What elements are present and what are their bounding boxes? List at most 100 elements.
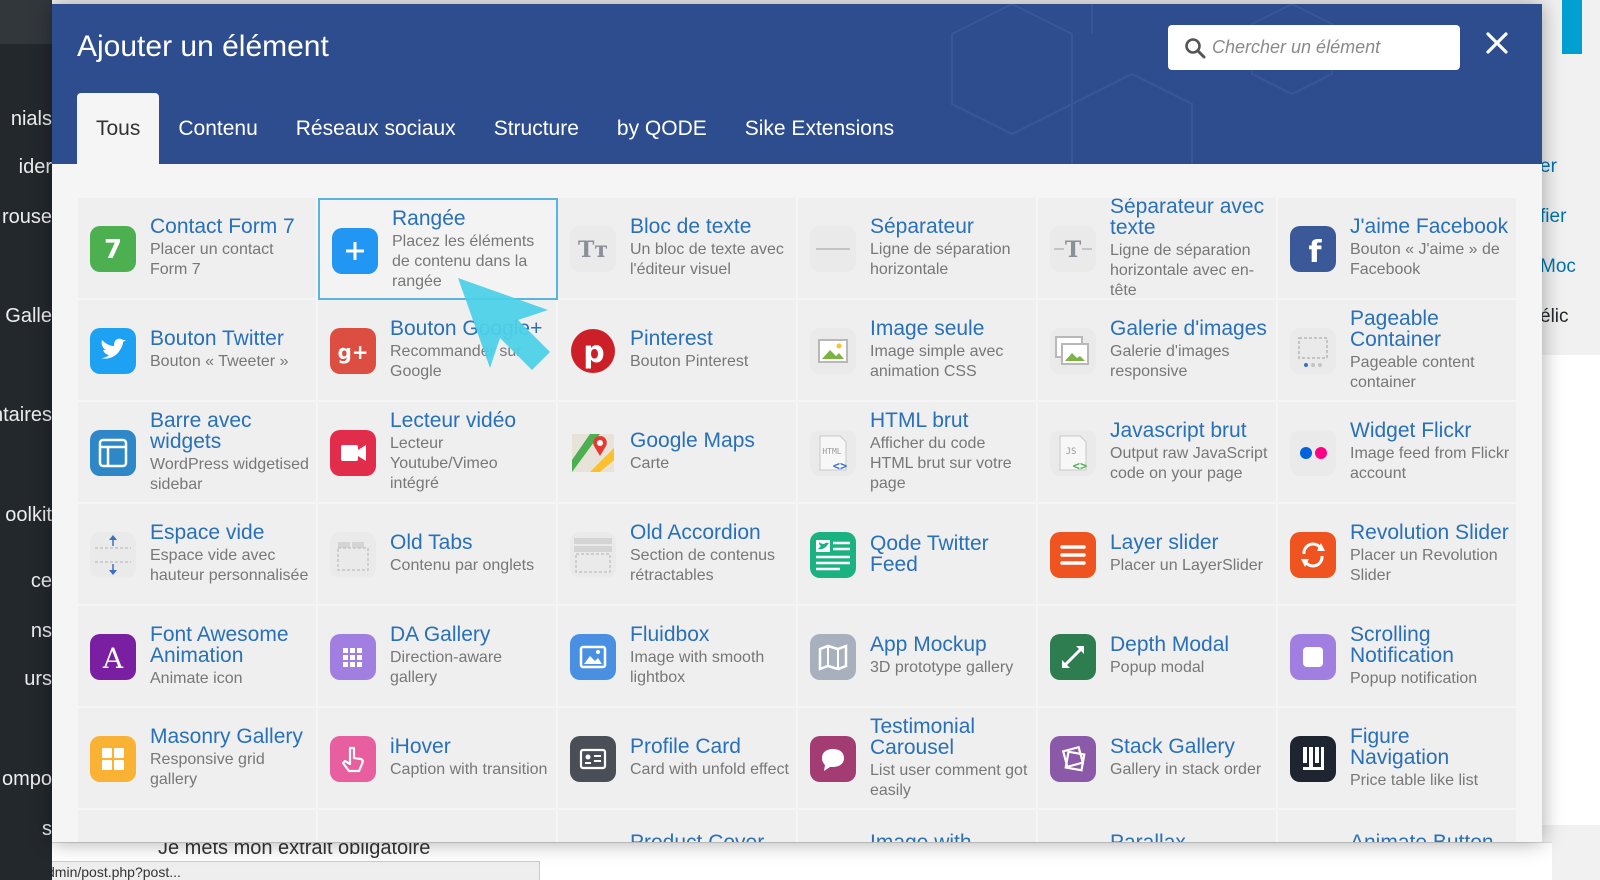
close-icon[interactable] xyxy=(1480,26,1514,60)
sidebar-item[interactable]: s xyxy=(0,818,52,841)
element-card-twitter[interactable]: Bouton Twitter Bouton « Tweeter » xyxy=(78,300,318,402)
element-description: Afficher du code HTML brut sur votre pag… xyxy=(870,435,1012,492)
element-card-image[interactable]: Image seule Image simple avec animation C… xyxy=(798,300,1038,402)
element-card-element[interactable]: Image with xyxy=(798,810,1038,842)
element-title: HTML brut xyxy=(870,409,969,432)
element-title: J'aime Facebook xyxy=(1350,215,1509,238)
element-description: Ligne de séparation horizontale avec en-… xyxy=(1110,241,1255,299)
element-card-depth-modal[interactable]: Depth Modal Popup modal xyxy=(1038,606,1278,708)
sidebar-item[interactable]: ns2 xyxy=(0,620,52,643)
element-card-revolution-slider[interactable]: Revolution Slider Placer un Revolution Sl… xyxy=(1278,504,1518,606)
excerpt-text[interactable]: Je mets mon extrait obligatoire xyxy=(158,843,430,860)
sidebar-item[interactable]: urs xyxy=(0,668,52,691)
element-description: Galerie d'images responsive xyxy=(1110,343,1230,380)
element-card-text: Product Cover xyxy=(630,810,790,842)
svg-text:T: T xyxy=(1065,237,1082,263)
element-card-text: Scrolling Notification Popup notification xyxy=(1350,606,1510,706)
element-card-html[interactable]: HTML <> HTML brut Afficher du code HTML bru… xyxy=(798,402,1038,504)
element-card-text: Qode Twitter Feed xyxy=(870,504,1030,604)
tab-sike-extensions[interactable]: Sike Extensions xyxy=(726,93,913,164)
tab-by-qode[interactable]: by QODE xyxy=(598,93,726,164)
depth-modal-icon xyxy=(1050,634,1096,680)
element-card-gallery[interactable]: Galerie d'images Galerie d'images respons… xyxy=(1038,300,1278,402)
element-card-element[interactable]: Animate Button xyxy=(1278,810,1518,842)
tabs-icon xyxy=(330,532,376,578)
element-title: Scrolling Notification xyxy=(1350,622,1454,667)
element-card-da-gallery[interactable]: DA Gallery Direction-aware gallery xyxy=(318,606,558,708)
element-card-figure-navigation[interactable]: Figure Navigation Price table like list xyxy=(1278,708,1518,810)
element-card-plus[interactable]: Rangée Placez les éléments de contenu dan… xyxy=(318,198,558,300)
right-link[interactable]: Moc xyxy=(1540,256,1576,278)
element-description: Card with unfold effect xyxy=(630,761,789,778)
search-input[interactable] xyxy=(1212,33,1452,61)
element-card-element[interactable]: Parallax xyxy=(1038,810,1278,842)
element-card-masonry[interactable]: Masonry Gallery Responsive grid gallery xyxy=(78,708,318,810)
element-card-notification[interactable]: Scrolling Notification Popup notification xyxy=(1278,606,1518,708)
element-description: Section de contenus rétractables xyxy=(630,547,775,584)
element-card-separator[interactable]: Séparateur Ligne de séparation horizontal… xyxy=(798,198,1038,300)
separator-icon xyxy=(810,226,856,272)
element-card-app-mockup[interactable]: App Mockup 3D prototype gallery xyxy=(798,606,1038,708)
element-card-text: Barre avec widgets WordPress widgetised s… xyxy=(150,402,310,502)
element-card-contact-form-7[interactable]: 7 Contact Form 7 Placer un contact Form 7 xyxy=(78,198,318,300)
element-card-element[interactable] xyxy=(318,810,558,842)
tab-structure[interactable]: Structure xyxy=(475,93,598,164)
element-card-text: Revolution Slider Placer un Revolution Sl… xyxy=(1350,504,1510,604)
element-card-ihover[interactable]: iHover Caption with transition xyxy=(318,708,558,810)
element-card-empty-space[interactable]: Espace vide Espace vide avec hauteur pers… xyxy=(78,504,318,606)
element-card-flickr[interactable]: Widget Flickr Image feed from Flickr acco… xyxy=(1278,402,1518,504)
element-title: Barre avec widgets xyxy=(150,408,252,453)
element-card-video[interactable]: Lecteur vidéo Lecteur Youtube/Vimeo intég… xyxy=(318,402,558,504)
sidebar-item[interactable]: ntaires xyxy=(0,404,52,427)
element-card-twitter-feed[interactable]: Qode Twitter Feed xyxy=(798,504,1038,606)
element-card-javascript[interactable]: JS <> Javascript brut Output raw JavaScript… xyxy=(1038,402,1278,504)
element-card-tabs[interactable]: Old Tabs Contenu par onglets xyxy=(318,504,558,606)
element-card-layer-slider[interactable]: Layer slider Placer un LayerSlider xyxy=(1038,504,1278,606)
element-card-widget-sidebar[interactable]: Barre avec widgets WordPress widgetised s… xyxy=(78,402,318,504)
sidebar-item[interactable]: ider xyxy=(0,156,52,179)
element-card-separator-text[interactable]: T Séparateur avec texte Ligne de séparatio… xyxy=(1038,198,1278,300)
tab-contenu[interactable]: Contenu xyxy=(159,93,276,164)
element-card-testimonial[interactable]: Testimonial Carousel List user comment go… xyxy=(798,708,1038,810)
element-card-font-awesome[interactable]: A Font Awesome Animation Animate icon xyxy=(78,606,318,708)
status-url: p/wp-admin/post.php?post... xyxy=(52,861,540,880)
sidebar-item[interactable]: ce xyxy=(0,570,52,593)
stack-gallery-icon xyxy=(1050,736,1096,782)
element-title: Profile Card xyxy=(630,735,741,758)
element-card-stack-gallery[interactable]: Stack Gallery Gallery in stack order xyxy=(1038,708,1278,810)
element-card-text: Fluidbox Image with smooth lightbox xyxy=(630,606,790,706)
element-card-pageable[interactable]: Pageable Container Pageable content conta… xyxy=(1278,300,1518,402)
element-card-profile-card[interactable]: Profile Card Card with unfold effect xyxy=(558,708,798,810)
right-link[interactable]: er xyxy=(1540,156,1557,178)
element-card-text: Image with xyxy=(870,810,1030,842)
element-card-text: Bouton Twitter Bouton « Tweeter » xyxy=(150,300,310,400)
element-card-facebook[interactable]: f J'aime Facebook Bouton « J'aime » de Fac… xyxy=(1278,198,1518,300)
element-card-google-maps[interactable]: Google Maps Carte xyxy=(558,402,798,504)
sidebar-item[interactable]: oolkit xyxy=(0,504,52,527)
element-description: Pageable content container xyxy=(1350,353,1475,391)
element-card-text: Google Maps Carte xyxy=(630,402,790,502)
element-card-fluidbox[interactable]: Fluidbox Image with smooth lightbox xyxy=(558,606,798,708)
element-card-element[interactable]: Product Cover xyxy=(558,810,798,842)
sidebar-item[interactable]: ompo xyxy=(0,768,52,791)
element-description: WordPress widgetised sidebar xyxy=(150,455,309,493)
element-card-google-plus[interactable]: g+ Bouton Google+ Recommander sur Google xyxy=(318,300,558,402)
element-description: Placez les éléments de contenu dans la r… xyxy=(392,233,535,290)
sidebar-item[interactable]: nials xyxy=(0,108,52,131)
sidebar-item[interactable]: rouse xyxy=(0,206,52,229)
element-card-pinterest[interactable]: p Pinterest Bouton Pinterest xyxy=(558,300,798,402)
element-card-element[interactable] xyxy=(78,810,318,842)
element-card-accordion[interactable]: Old Accordion Section de contenus rétract… xyxy=(558,504,798,606)
element-title: Fluidbox xyxy=(630,623,710,646)
sidebar-item[interactable]: Galle xyxy=(0,305,52,328)
right-panel xyxy=(1540,355,1600,825)
tab-tous[interactable]: Tous xyxy=(77,93,160,164)
right-link[interactable]: fier xyxy=(1540,206,1566,228)
widget-sidebar-icon xyxy=(90,430,136,476)
pageable-icon xyxy=(1290,328,1336,374)
element-card-text-block[interactable]: Tт Bloc de texte Un bloc de texte avec l'é… xyxy=(558,198,798,300)
wp-admin-topbar xyxy=(0,0,52,44)
tab-reseaux-sociaux[interactable]: Réseaux sociaux xyxy=(277,93,475,164)
pinterest-icon: p xyxy=(570,328,616,374)
search-box[interactable] xyxy=(1168,25,1460,70)
